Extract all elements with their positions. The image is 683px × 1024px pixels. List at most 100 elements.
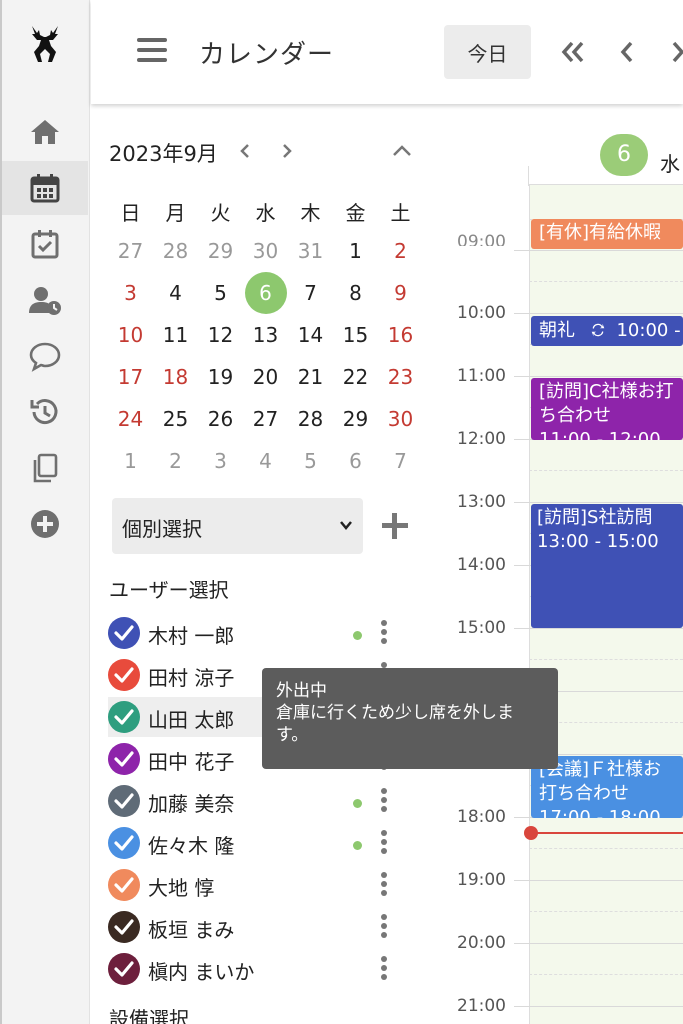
mini-calendar-day[interactable]: 28 [288,407,333,431]
kebab-menu-icon[interactable] [381,956,387,982]
kebab-menu-icon[interactable] [381,788,387,814]
event-visit-c[interactable]: [訪問]C社様お打 ち合わせ 11:00 - 12:00 [531,378,683,440]
kebab-menu-icon[interactable] [381,872,387,898]
mini-calendar-day[interactable]: 13 [243,323,288,347]
mini-calendar-day[interactable]: 22 [333,365,378,389]
mini-calendar-day[interactable]: 2 [378,239,423,263]
day-view-date[interactable]: 6 [600,134,648,176]
current-time-line [529,832,683,834]
mini-calendar-day[interactable]: 27 [108,239,153,263]
mini-calendar-day[interactable]: 9 [378,281,423,314]
mini-calendar-day[interactable]: 18 [153,365,198,389]
time-label: 11:00 [457,366,506,386]
mini-calendar-day[interactable]: 4 [153,281,198,314]
user-check-icon[interactable] [108,911,140,943]
user-check-icon[interactable] [108,617,140,649]
rail-item-home[interactable] [2,105,88,159]
double-chevron-left-icon[interactable] [558,38,586,66]
event-paid-leave[interactable]: [有休]有給休暇 [531,219,683,249]
rail-item-add[interactable] [2,497,88,551]
mini-calendar-day[interactable]: 24 [108,407,153,431]
mini-calendar-day[interactable]: 1 [333,239,378,263]
mini-calendar-day[interactable]: 27 [243,407,288,431]
hamburger-menu-icon[interactable] [137,38,167,64]
mini-calendar-day[interactable]: 31 [288,239,333,263]
deer-logo-icon[interactable] [26,22,64,68]
rail-item-history[interactable] [2,385,88,439]
mini-calendar-day[interactable]: 8 [333,281,378,314]
mini-calendar-day[interactable]: 30 [378,407,423,431]
user-filter-select[interactable]: 個別選択 [112,498,363,554]
mini-calendar-day[interactable]: 12 [198,323,243,347]
event-visit-s[interactable]: [訪問]S社訪問 13:00 - 15:00 [531,504,683,628]
mini-calendar-day[interactable]: 1 [108,449,153,473]
collapse-chevron-up-icon[interactable] [390,140,414,162]
mini-calendar-day[interactable]: 28 [153,239,198,263]
mini-calendar-day[interactable]: 5 [198,281,243,314]
user-check-icon[interactable] [108,701,140,733]
add-user-plus-icon[interactable] [379,510,411,542]
mini-next-month-icon[interactable] [278,140,296,162]
user-row[interactable]: 槇内 まいか [108,949,398,989]
hour-tick [514,943,529,944]
chevron-left-icon[interactable] [618,38,636,66]
user-check-icon[interactable] [108,827,140,859]
today-button[interactable]: 今日 [444,25,531,79]
mini-calendar-day[interactable]: 15 [333,323,378,347]
mini-calendar-day[interactable]: 26 [198,407,243,431]
rail-item-tasks[interactable] [2,217,88,271]
hour-tick [514,250,529,251]
today-marker: 6 [244,272,287,314]
mini-calendar-day[interactable]: 19 [198,365,243,389]
hour-gridline [529,628,683,629]
user-check-icon[interactable] [108,743,140,775]
event-morning-meeting[interactable]: 朝礼 10:00 - [531,316,683,346]
mini-calendar-day[interactable]: 14 [288,323,333,347]
mini-calendar-day[interactable]: 20 [243,365,288,389]
mini-calendar-day[interactable]: 7 [378,449,423,473]
mini-calendar-day[interactable]: 5 [288,449,333,473]
user-row[interactable]: 木村 一郎 [108,613,398,653]
user-name: 板垣 まみ [148,918,235,942]
copy-icon [33,453,58,483]
user-check-icon[interactable] [108,869,140,901]
mini-calendar-day[interactable]: 30 [243,239,288,263]
event-title: [訪問]S社訪問 [537,507,653,528]
rail-item-attendance[interactable] [2,273,88,327]
mini-calendar-day[interactable]: 7 [288,281,333,314]
mini-calendar-day[interactable]: 3 [198,449,243,473]
mini-calendar-day[interactable]: 25 [153,407,198,431]
mini-calendar-day[interactable]: 29 [333,407,378,431]
mini-calendar-day[interactable]: 6 [333,449,378,473]
mini-calendar-day[interactable]: 23 [378,365,423,389]
user-check-icon[interactable] [108,659,140,691]
user-row[interactable]: 大地 惇 [108,865,398,905]
chevron-right-icon[interactable] [671,38,683,66]
user-row[interactable]: 板垣 まみ [108,907,398,947]
mini-calendar-day[interactable]: 16 [378,323,423,347]
rail-item-chat[interactable] [2,329,88,383]
mini-calendar-day[interactable]: 11 [153,323,198,347]
user-row[interactable]: 佐々木 隆 [108,823,398,863]
mini-calendar-day[interactable]: 17 [108,365,153,389]
mini-calendar-day[interactable]: 29 [198,239,243,263]
user-check-icon[interactable] [108,953,140,985]
rail-item-documents[interactable] [2,441,88,495]
user-check-icon[interactable] [108,785,140,817]
mini-calendar-day[interactable]: 21 [288,365,333,389]
rail-item-calendar[interactable] [2,161,88,215]
mini-calendar-day[interactable]: 3 [108,281,153,314]
mini-calendar-day[interactable]: 4 [243,449,288,473]
mini-prev-month-icon[interactable] [236,140,254,162]
kebab-menu-icon[interactable] [381,620,387,646]
kebab-menu-icon[interactable] [381,914,387,940]
hour-tick [514,376,529,377]
mini-calendar-day[interactable]: 2 [153,449,198,473]
chat-icon [29,342,61,372]
mini-calendar-day[interactable]: 10 [108,323,153,347]
kebab-menu-icon[interactable] [381,830,387,856]
user-row[interactable]: 加藤 美奈 [108,781,398,821]
online-status-dot [353,841,362,850]
event-time: 10:00 - [616,320,681,341]
mini-calendar-day[interactable]: 6 [243,272,288,314]
